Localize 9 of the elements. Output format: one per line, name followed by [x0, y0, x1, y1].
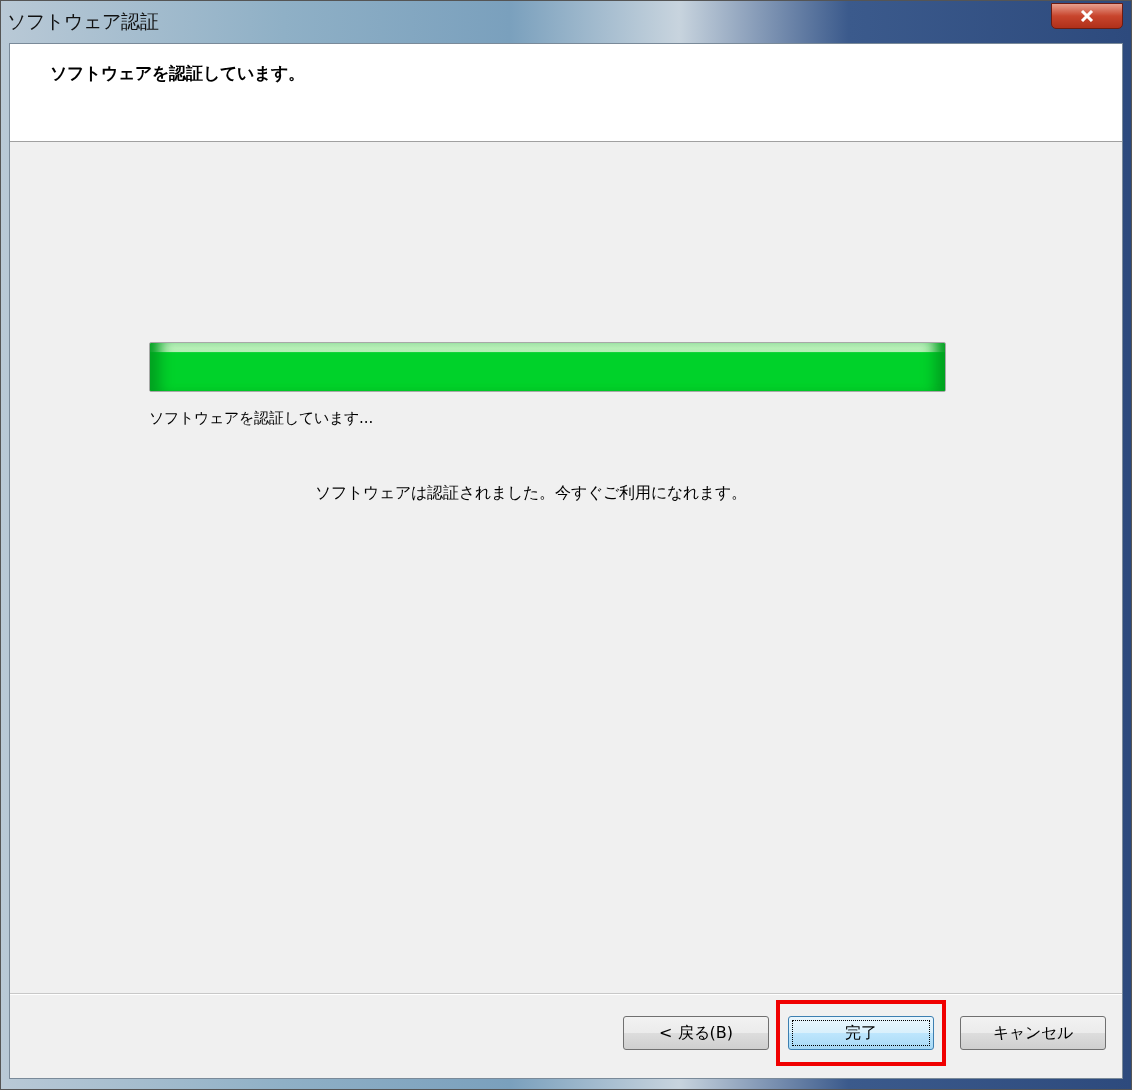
- header-title: ソフトウェアを認証しています。: [50, 62, 305, 85]
- window-title: ソフトウェア認証: [6, 9, 159, 34]
- dialog-button[interactable]: キャンセル: [960, 1016, 1106, 1050]
- close-icon: [1080, 10, 1094, 22]
- dialog-button[interactable]: 完了: [788, 1016, 934, 1050]
- progress-status: ソフトウェアを認証しています...: [149, 409, 375, 428]
- close-button[interactable]: [1051, 3, 1123, 29]
- success-message: ソフトウェアは認証されました。今すぐご利用になれます。: [315, 483, 747, 504]
- dialog-button[interactable]: < 戻る(B): [623, 1016, 769, 1050]
